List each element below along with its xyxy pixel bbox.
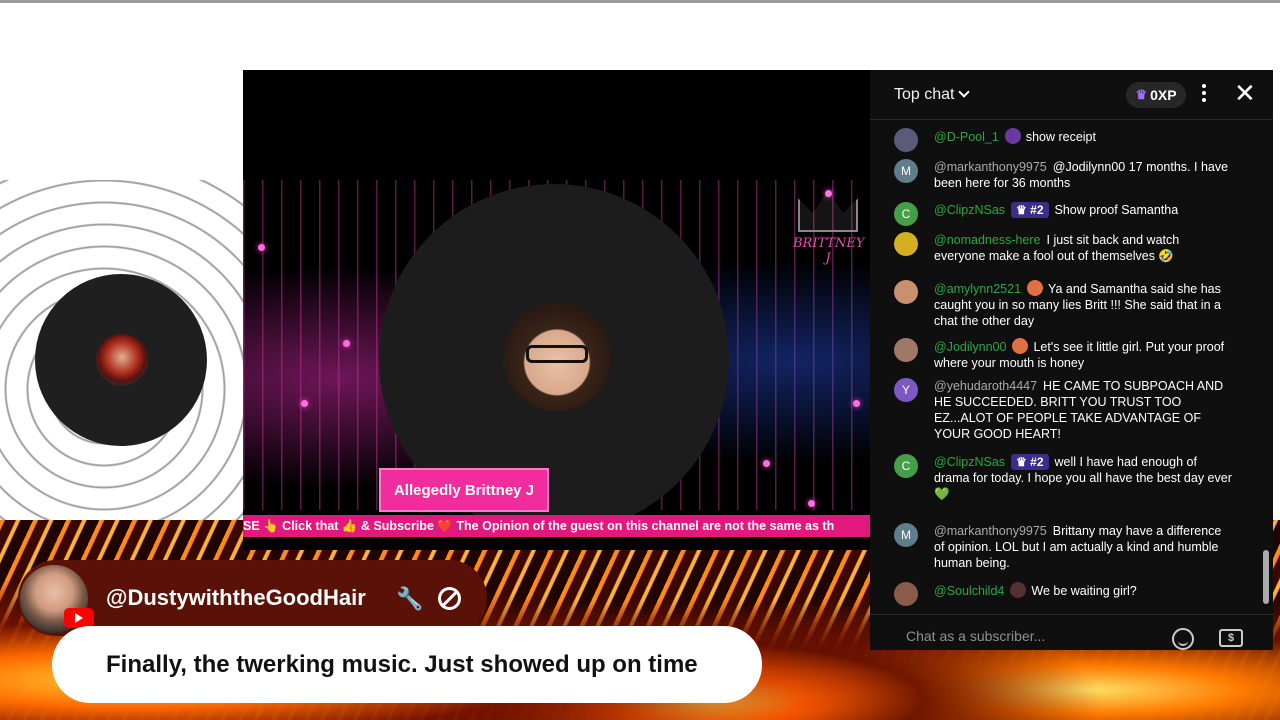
chat-title: Top chat [894, 86, 955, 103]
chat-author[interactable]: @markanthony9975 [934, 524, 1047, 538]
chat-text: Show proof Samantha [1054, 203, 1179, 217]
chat-message: @Soulchild4 We be waiting girl? [894, 582, 1234, 606]
chat-message: M @markanthony9975 @Jodilynn00 17 months.… [894, 159, 1234, 191]
scrollbar-thumb[interactable] [1263, 550, 1269, 604]
chat-message: M @markanthony9975 Brittany may have a di… [894, 523, 1234, 571]
top-chat-dropdown[interactable]: Top chat [894, 86, 971, 104]
chat-avatar[interactable] [894, 582, 918, 606]
chat-message: C @ClipzNSas ♛ #2 well I have had enough o… [894, 454, 1234, 502]
close-icon[interactable]: ✕ [1234, 80, 1256, 106]
badge-emoji-icon [1027, 280, 1044, 296]
chat-avatar[interactable] [894, 232, 918, 256]
chat-author[interactable]: @D-Pool_1 [934, 130, 999, 144]
chat-author[interactable]: @amylynn2521 [934, 282, 1021, 296]
chat-avatar[interactable]: C [894, 454, 918, 478]
crown-logo-icon [798, 190, 858, 232]
particle-dot [763, 460, 770, 467]
host-avatar [96, 334, 148, 386]
chat-avatar[interactable]: Y [894, 378, 918, 402]
chat-message: @amylynn2521 Ya and Samantha said she has… [894, 280, 1234, 329]
featured-comment-author: @DustywiththeGoodHair [106, 585, 366, 610]
particle-dot [343, 340, 350, 347]
live-chat-panel: Top chat ♛ 0XP ✕ @D-Pool_1 show receipt M… [870, 70, 1273, 650]
top-divider [0, 0, 1280, 3]
chat-messages: @D-Pool_1 show receipt M @markanthony9975… [870, 122, 1273, 612]
chat-author[interactable]: @nomadness-here [934, 233, 1041, 247]
chat-scrollbar[interactable] [1263, 130, 1269, 610]
chat-avatar[interactable]: M [894, 159, 918, 183]
chat-message: C @ClipzNSas ♛ #2 Show proof Samantha [894, 202, 1234, 226]
chat-message: @nomadness-here I just sit back and watch… [894, 232, 1234, 264]
chat-text: We be waiting girl? [1031, 584, 1137, 598]
brand-logo-text: BRITTNEY J [793, 236, 865, 266]
chat-text: show receipt [1025, 130, 1096, 144]
more-options-icon[interactable] [1202, 84, 1206, 104]
chat-message: @Jodilynn00 Let's see it little girl. Put… [894, 338, 1234, 371]
chat-author[interactable]: @markanthony9975 [934, 160, 1047, 174]
badge-emoji-icon [1012, 338, 1029, 354]
chat-author[interactable]: @ClipzNSas [934, 203, 1005, 217]
chat-avatar[interactable]: M [894, 523, 918, 547]
featured-comment-text: Finally, the twerking music. Just showed… [52, 626, 762, 703]
youtube-icon [64, 608, 94, 628]
bottle-emoji-icon [1004, 128, 1021, 144]
crown-icon: ♛ [1135, 87, 1148, 102]
chat-input[interactable] [906, 625, 1166, 647]
chat-author[interactable]: @ClipzNSas [934, 455, 1005, 469]
chat-avatar[interactable] [894, 128, 918, 152]
xp-label: 0XP [1150, 87, 1177, 103]
stream-video[interactable]: BRITTNEY J Allegedly Brittney J SE 👆 Cli… [243, 70, 870, 550]
chevron-down-icon [958, 86, 971, 98]
chat-author[interactable]: @yehudaroth4447 [934, 379, 1037, 393]
guest-name-tag: Allegedly Brittney J [379, 468, 549, 512]
wrench-icon: 🔧 [396, 586, 424, 611]
chat-message: @D-Pool_1 show receipt [894, 128, 1234, 152]
particle-dot [301, 400, 308, 407]
chat-avatar[interactable] [894, 338, 918, 362]
chat-avatar[interactable]: C [894, 202, 918, 226]
emoji-picker-icon[interactable] [1172, 628, 1194, 650]
brand-logo: BRITTNEY J [793, 190, 865, 266]
member-badge: ♛ #2 [1011, 454, 1049, 470]
news-ticker: SE 👆 Click that 👍 & Subscribe ❤️ The Opi… [243, 515, 870, 537]
chat-message: Y @yehudaroth4447 HE CAME TO SUBPOACH AND… [894, 378, 1234, 442]
particle-dot [258, 244, 265, 251]
chat-author[interactable]: @Soulchild4 [934, 584, 1004, 598]
crown-emoji-icon [1010, 582, 1027, 598]
super-chat-icon[interactable]: $ [1219, 629, 1243, 647]
member-badge: ♛ #2 [1011, 202, 1049, 218]
chat-header: Top chat ♛ 0XP ✕ [870, 70, 1273, 120]
chat-author[interactable]: @Jodilynn00 [934, 340, 1006, 354]
chat-input-row: $ [870, 614, 1273, 650]
ban-icon [438, 587, 461, 610]
chat-avatar[interactable] [894, 280, 918, 304]
particle-dot [853, 400, 860, 407]
particle-dot [808, 500, 815, 507]
guest-glasses [526, 345, 588, 363]
xp-button[interactable]: ♛ 0XP [1126, 82, 1186, 108]
